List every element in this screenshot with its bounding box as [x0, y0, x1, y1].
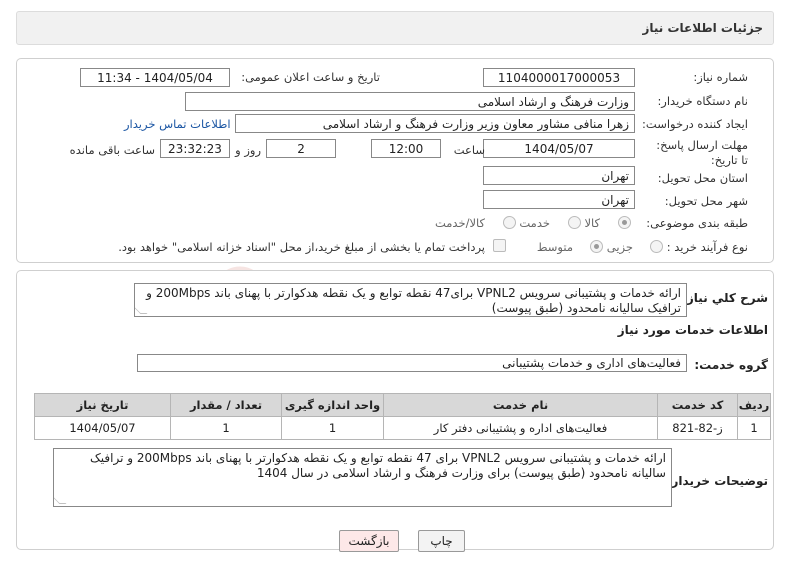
col-name-header: نام خدمت — [383, 393, 658, 417]
purchase-medium-radio[interactable] — [590, 240, 603, 253]
table-header-row: ردیف کد خدمت نام خدمت واحد اندازه گیری ت… — [34, 393, 771, 417]
col-row-header: ردیف — [737, 393, 771, 417]
days-field: 2 — [266, 139, 336, 158]
page-title: جزئیات اطلاعات نیاز — [642, 21, 763, 35]
treasury-checkbox[interactable] — [493, 239, 506, 252]
buyer-desc-label: توضیحات خریدار: — [666, 474, 768, 488]
buyer-desc-textarea[interactable]: ارائه خدمات و پشتیبانی سرویس VPNL2 برای … — [53, 448, 672, 507]
service-group-field: فعالیت‌های اداری و خدمات پشتیبانی — [137, 354, 687, 372]
purchase-type-label: نوع فرآیند خرید : — [666, 240, 748, 254]
print-button[interactable]: چاپ — [418, 530, 465, 552]
category-service-label: خدمت — [519, 216, 550, 230]
cell-date: 1404/05/07 — [34, 416, 171, 440]
category-label: طبقه بندی موضوعی: — [646, 216, 748, 230]
col-code-header: کد خدمت — [657, 393, 738, 417]
cell-qty: 1 — [170, 416, 282, 440]
table-row: 1 ز-82-821 فعالیت‌های اداره و پشتیبانی د… — [34, 416, 771, 440]
services-info-title: اطلاعات خدمات مورد نیاز — [617, 323, 768, 337]
remaining-time-field: 23:32:23 — [160, 139, 230, 158]
purchase-minor-label: جزیی — [606, 240, 633, 254]
deadline-label: مهلت ارسال پاسخ: تا تاریخ: — [656, 138, 748, 167]
city-label: شهر محل تحویل: — [664, 194, 748, 208]
deadline-date-field: 1404/05/07 — [483, 139, 635, 158]
general-desc-text: ارائه خدمات و پشتیبانی سرویس VPNL2 برای4… — [146, 286, 681, 315]
category-goods-radio[interactable] — [618, 216, 631, 229]
deadline-time-label: ساعت — [453, 143, 485, 157]
back-button[interactable]: بازگشت — [339, 530, 399, 552]
col-unit-header: واحد اندازه گیری — [281, 393, 384, 417]
requester-label: ایجاد کننده درخواست: — [642, 117, 748, 131]
col-qty-header: تعداد / مقدار — [170, 393, 282, 417]
buyer-contact-link[interactable]: اطلاعات تماس خریدار — [124, 117, 231, 131]
general-desc-label: شرح کلي نياز: — [682, 291, 768, 305]
category-goods-service-label: کالا/خدمت — [434, 216, 485, 230]
resize-grip-icon[interactable] — [54, 497, 67, 504]
col-date-header: تاریخ نیاز — [34, 393, 171, 417]
province-label: استان محل تحویل: — [657, 171, 748, 185]
remaining-label: ساعت باقی مانده — [69, 143, 155, 157]
city-field: تهران — [483, 190, 635, 209]
purchase-medium-label: متوسط — [536, 240, 573, 254]
cell-row: 1 — [737, 416, 771, 440]
category-goods-service-radio[interactable] — [503, 216, 516, 229]
services-table: ردیف کد خدمت نام خدمت واحد اندازه گیری ت… — [34, 393, 771, 440]
buyer-org-field: وزارت فرهنگ و ارشاد اسلامی — [185, 92, 635, 111]
cell-name: فعالیت‌های اداره و پشتیبانی دفتر کار — [383, 416, 658, 440]
need-number-field: 1104000017000053 — [483, 68, 635, 87]
cell-unit: 1 — [281, 416, 384, 440]
buyer-desc-text: ارائه خدمات و پشتیبانی سرویس VPNL2 برای … — [90, 451, 666, 480]
deadline-time-field: 12:00 — [371, 139, 441, 158]
payment-note: پرداخت تمام یا بخشی از مبلغ خرید،از محل … — [118, 240, 485, 254]
purchase-minor-radio[interactable] — [650, 240, 663, 253]
service-group-label: گروه خدمت: — [694, 358, 768, 372]
category-goods-label: کالا — [584, 216, 600, 230]
province-field: تهران — [483, 166, 635, 185]
resize-grip-icon[interactable] — [135, 307, 148, 314]
need-number-label: شماره نیاز: — [693, 70, 748, 84]
category-service-radio[interactable] — [568, 216, 581, 229]
requester-field: زهرا منافی مشاور معاون وزیر وزارت فرهنگ … — [235, 114, 635, 133]
announce-datetime-label: تاریخ و ساعت اعلان عمومی: — [241, 70, 380, 84]
buyer-org-label: نام دستگاه خریدار: — [657, 94, 748, 108]
page-header: جزئیات اطلاعات نیاز — [16, 11, 774, 45]
cell-code: ز-82-821 — [657, 416, 738, 440]
general-desc-textarea[interactable]: ارائه خدمات و پشتیبانی سرویس VPNL2 برای4… — [134, 283, 687, 317]
announce-datetime-field: 1404/05/04 - 11:34 — [80, 68, 230, 87]
days-label: روز و — [235, 143, 261, 157]
